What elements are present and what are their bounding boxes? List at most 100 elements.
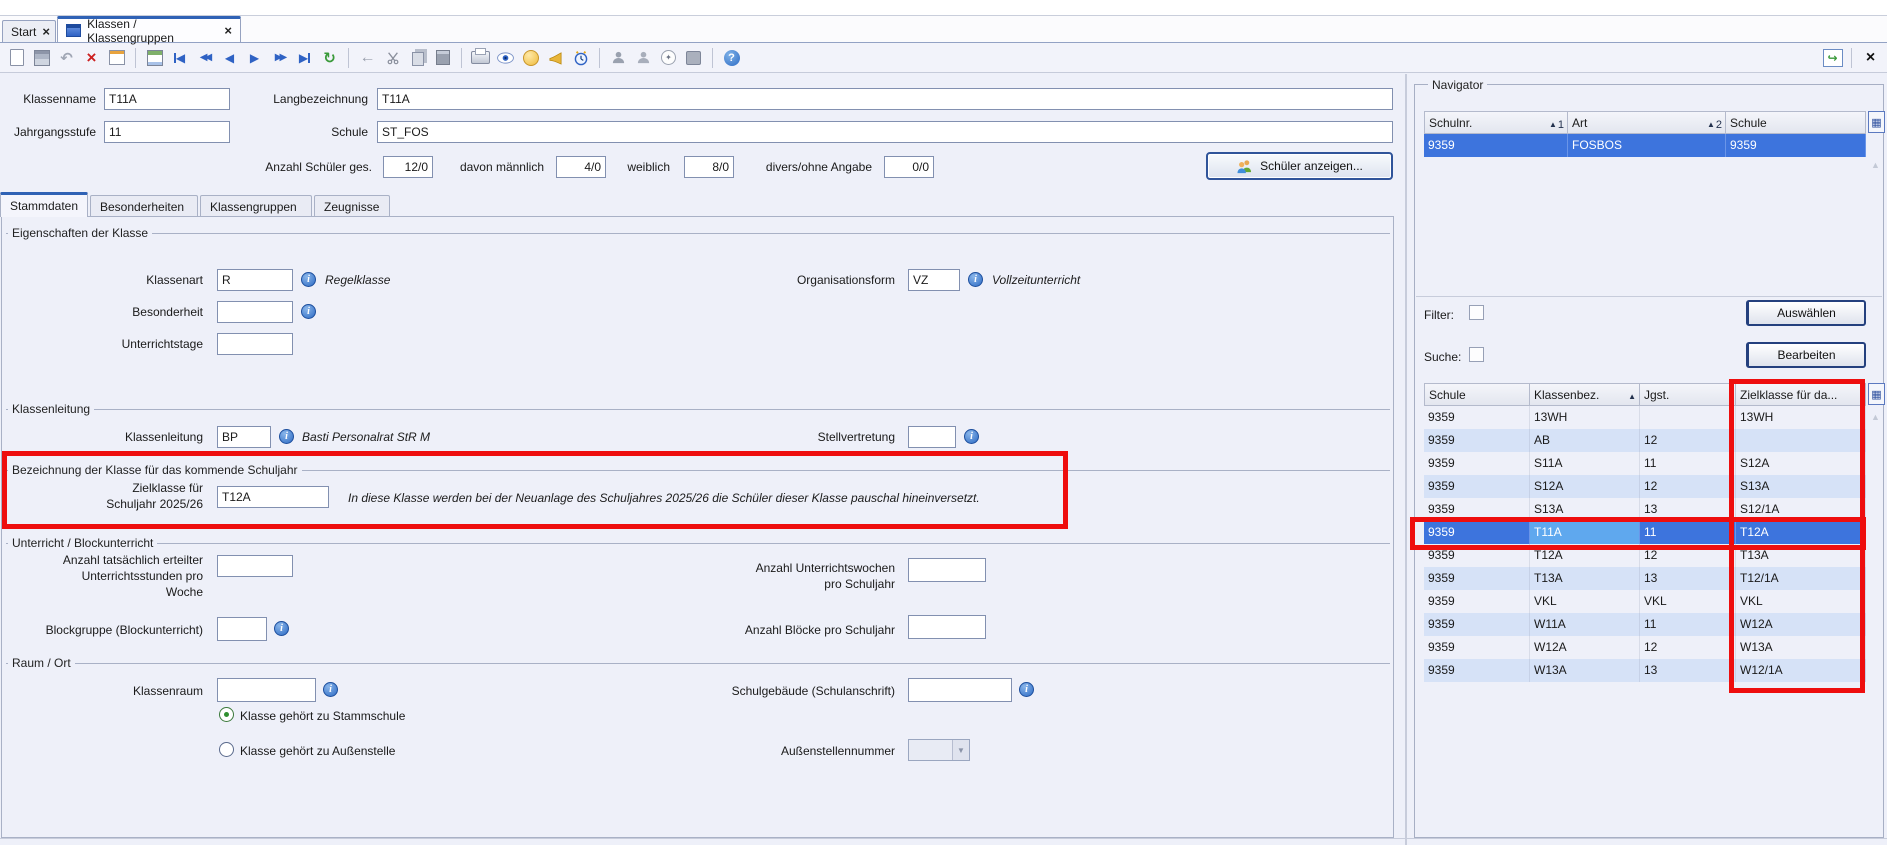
auswaehlen-button[interactable]: Auswählen [1746, 300, 1866, 326]
tab-klassengruppen[interactable]: Klassengruppen [200, 195, 312, 217]
nav-cell-schulnr: 9359 [1424, 134, 1568, 157]
table-row-selected[interactable]: 9359 T11A 11 T12A [1424, 521, 1866, 544]
announcement-horn-icon[interactable] [544, 46, 567, 69]
unterrichtstage-input[interactable] [217, 333, 293, 355]
zielklasse-input[interactable]: T12A [217, 486, 329, 508]
organisationsform-input[interactable]: VZ [908, 269, 960, 291]
table-row[interactable]: 9359 S13A 13 S12/1A [1424, 498, 1866, 521]
schueler-anzeigen-button[interactable]: Schüler anzeigen... [1206, 152, 1393, 180]
new-record-icon[interactable] [5, 46, 28, 69]
scroll-up-icon[interactable]: ▲ [1871, 160, 1880, 170]
close-icon[interactable]: × [224, 24, 232, 37]
save-icon[interactable] [30, 46, 53, 69]
klassenraum-input[interactable] [217, 678, 316, 702]
module-icon[interactable] [682, 46, 705, 69]
refresh-icon[interactable]: ↻ [318, 46, 341, 69]
filter-checkbox[interactable] [1469, 305, 1484, 320]
table-row[interactable]: 9359 13WH 13WH [1424, 406, 1866, 429]
bloecke-input[interactable] [908, 615, 986, 639]
table-row[interactable]: 9359 S11A 11 S12A [1424, 452, 1866, 475]
help-icon[interactable]: ? [720, 46, 743, 69]
besonderheit-input[interactable] [217, 301, 293, 323]
blockgruppe-input[interactable] [217, 617, 267, 641]
last-record-icon[interactable]: ▶ [293, 46, 316, 69]
schule-input[interactable]: ST_FOS [377, 121, 1393, 143]
cut-icon[interactable] [381, 46, 404, 69]
info-icon[interactable]: i [964, 429, 979, 444]
undo-icon[interactable]: ↶ [55, 46, 78, 69]
scroll-up-icon[interactable]: ▲ [1871, 412, 1880, 422]
report-view-icon[interactable] [143, 46, 166, 69]
options-icon[interactable]: ✦ [657, 46, 680, 69]
delete-icon[interactable]: × [80, 46, 103, 69]
print-icon[interactable] [469, 46, 492, 69]
notification-icon[interactable] [519, 46, 542, 69]
column-config-icon[interactable]: ▦ [1868, 383, 1885, 405]
klassenname-input[interactable]: T11A [104, 88, 230, 110]
table-row[interactable]: 9359 T13A 13 T12/1A [1424, 567, 1866, 590]
toolbar-close-icon[interactable]: × [1859, 46, 1882, 69]
column-header-klassenbez[interactable]: Klassenbez. ▲ [1530, 383, 1640, 406]
organisationsform-hint: Vollzeitunterricht [992, 273, 1080, 287]
chevron-down-icon[interactable]: ▼ [952, 740, 969, 760]
info-icon[interactable]: i [279, 429, 294, 444]
panel-splitter[interactable] [1405, 74, 1407, 845]
tab-besonderheiten[interactable]: Besonderheiten [90, 195, 198, 217]
info-icon[interactable]: i [1019, 682, 1034, 697]
radio-aussenstelle[interactable] [219, 742, 234, 757]
column-header-schule[interactable]: Schule [1424, 383, 1530, 406]
navigator-selected-row[interactable]: 9359 FOSBOS 9359 [1424, 134, 1866, 157]
scheduler-clock-icon[interactable] [569, 46, 592, 69]
preview-eye-icon[interactable] [494, 46, 517, 69]
langbezeichnung-label: Langbezeichnung [240, 92, 368, 106]
first-record-icon[interactable]: ◀ [168, 46, 191, 69]
tab-start[interactable]: Start × [2, 20, 56, 42]
back-icon[interactable]: ← [356, 46, 379, 69]
radio-stammschule[interactable] [219, 707, 234, 722]
column-header-schulnr[interactable]: Schulnr. ▲1 [1424, 111, 1568, 134]
table-row[interactable]: 9359 AB 12 [1424, 429, 1866, 452]
column-header-art[interactable]: Art ▲2 [1568, 111, 1726, 134]
unterrichtswochen-input[interactable] [908, 558, 986, 582]
table-row[interactable]: 9359 S12A 12 S13A [1424, 475, 1866, 498]
filter-label: Filter: [1424, 308, 1454, 322]
klassenart-input[interactable]: R [217, 269, 293, 291]
copy-icon[interactable] [406, 46, 429, 69]
klassenleitung-input[interactable]: BP [217, 426, 271, 448]
student-add-icon[interactable] [607, 46, 630, 69]
table-row[interactable]: 9359 T12A 12 T13A [1424, 544, 1866, 567]
next-record-icon[interactable]: ▶ [243, 46, 266, 69]
suche-checkbox[interactable] [1469, 347, 1484, 362]
column-header-jgst[interactable]: Jgst. [1640, 383, 1736, 406]
previous-record-icon[interactable]: ◀ [218, 46, 241, 69]
table-row[interactable]: 9359 W12A 12 W13A [1424, 636, 1866, 659]
table-row[interactable]: 9359 VKL VKL VKL [1424, 590, 1866, 613]
info-icon[interactable]: i [323, 682, 338, 697]
stellvertretung-input[interactable] [908, 426, 956, 448]
info-icon[interactable]: i [301, 304, 316, 319]
schulgebaeude-input[interactable] [908, 678, 1012, 702]
table-row[interactable]: 9359 W13A 13 W12/1A [1424, 659, 1866, 682]
column-header-zielklasse[interactable]: Zielklasse für da... [1736, 383, 1866, 406]
window-switch-icon[interactable]: ↪ [1821, 46, 1844, 69]
table-row[interactable]: 9359 W11A 11 W12A [1424, 613, 1866, 636]
tab-stammdaten[interactable]: Stammdaten [0, 192, 88, 217]
info-icon[interactable]: i [968, 272, 983, 287]
fast-rewind-icon[interactable]: ◀◀ [193, 46, 216, 69]
tab-zeugnisse[interactable]: Zeugnisse [314, 195, 390, 217]
student-remove-icon[interactable] [632, 46, 655, 69]
aussenstellennummer-combo[interactable]: ▼ [908, 739, 970, 761]
column-header-schule[interactable]: Schule [1726, 111, 1866, 134]
form-view-icon[interactable] [105, 46, 128, 69]
jahrgangsstufe-input[interactable]: 11 [104, 121, 230, 143]
close-icon[interactable]: × [42, 25, 50, 38]
bearbeiten-button[interactable]: Bearbeiten [1746, 342, 1866, 368]
info-icon[interactable]: i [274, 621, 289, 636]
paste-icon[interactable] [431, 46, 454, 69]
fast-forward-icon[interactable]: ▶▶ [268, 46, 291, 69]
unterrichtsstunden-input[interactable] [217, 555, 293, 577]
column-config-icon[interactable]: ▦ [1868, 111, 1885, 133]
langbezeichnung-input[interactable]: T11A [377, 88, 1393, 110]
tab-klassen[interactable]: Klassen / Klassengruppen × [57, 16, 241, 42]
info-icon[interactable]: i [301, 272, 316, 287]
